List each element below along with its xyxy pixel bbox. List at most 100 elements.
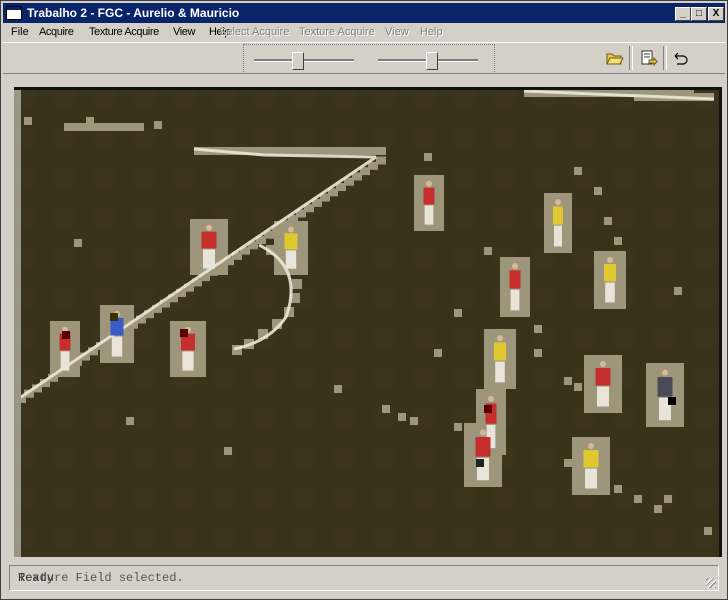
overlay-block: [574, 167, 582, 175]
app-window: Trabalho 2 - FGC - Aurelio & Mauricio _ …: [0, 0, 728, 600]
overlay-block: [24, 117, 32, 125]
player-legs: [554, 225, 562, 247]
overlay-block: [424, 153, 432, 161]
overlay-block: [454, 309, 462, 317]
overlay-block: [354, 147, 362, 155]
player-shirt: [423, 187, 435, 205]
resize-grip[interactable]: [706, 578, 716, 588]
menu-help-2[interactable]: Help: [420, 26, 443, 38]
player-head: [588, 443, 594, 449]
soccer-field-image[interactable]: [14, 87, 722, 557]
overlay-block: [290, 147, 298, 155]
close-button[interactable]: X: [708, 7, 724, 21]
overlay-block: [376, 156, 386, 165]
overlay-block: [484, 247, 492, 255]
segmentation-overlay: [14, 87, 722, 557]
slider-group: [243, 44, 495, 74]
player-legs: [605, 282, 615, 303]
player-shirt: [201, 231, 217, 249]
player-shirt: [604, 264, 616, 282]
slider-1-track: [254, 59, 354, 62]
menu-texture-acquire[interactable]: Texture Acquire: [89, 26, 159, 38]
overlay-block: [534, 325, 542, 333]
player-head: [480, 429, 486, 436]
status-message: Texture Field selected.: [18, 571, 184, 585]
overlay-block: [534, 349, 542, 357]
export-icon[interactable]: [637, 47, 659, 69]
overlay-block: [382, 405, 390, 413]
overlay-block: [306, 147, 314, 155]
overlay-block: [564, 459, 572, 467]
undo-icon[interactable]: [669, 47, 691, 69]
toolbar: [3, 42, 725, 74]
overlay-block: [634, 495, 642, 503]
player-shirt: [509, 270, 521, 289]
overlay-block: [564, 377, 572, 385]
overlay-block: [704, 527, 712, 535]
overlay-block: [126, 417, 134, 425]
overlay-block: [224, 447, 232, 455]
overlay-block: [614, 485, 622, 493]
player-shirt: [553, 206, 563, 225]
menu-select-acquire[interactable]: Select Acquire: [219, 26, 289, 38]
player-legs: [285, 250, 297, 269]
player-head: [426, 180, 432, 187]
image-right-border: [719, 87, 722, 557]
overlay-block: [154, 121, 162, 129]
player-shirt: [657, 377, 673, 397]
overlay-block: [594, 187, 602, 195]
player-legs: [495, 361, 505, 383]
overlay-block: [378, 147, 386, 155]
image-top-border: [14, 87, 722, 90]
overlay-block: [330, 147, 338, 155]
player-head: [555, 199, 561, 206]
player-legs: [60, 351, 70, 371]
overlay-block: [362, 147, 370, 155]
player-legs: [182, 351, 194, 371]
overlay-block: [370, 147, 378, 155]
title-bar[interactable]: Trabalho 2 - FGC - Aurelio & Mauricio _ …: [3, 3, 725, 23]
overlay-block: [322, 147, 330, 155]
player-head: [607, 257, 613, 263]
player-shirt: [475, 437, 491, 457]
minimize-button[interactable]: _: [675, 7, 691, 21]
toolbar-separator: [629, 46, 633, 70]
menu-view[interactable]: View: [173, 26, 195, 38]
player-legs: [424, 205, 434, 225]
overlay-block: [574, 383, 582, 391]
overlay-block: [74, 239, 82, 247]
overlay-block: [334, 385, 342, 393]
overlay-block: [338, 147, 346, 155]
overlay-block: [86, 117, 94, 125]
menu-view-2[interactable]: View: [385, 26, 409, 38]
overlay-block: [410, 417, 418, 425]
marker: [476, 459, 484, 467]
menu-acquire[interactable]: Acquire: [39, 26, 74, 38]
overlay-block: [454, 423, 462, 431]
menu-bar: File Acquire Texture Acquire View Help S…: [3, 24, 725, 42]
marker: [484, 405, 492, 413]
status-bar: Ready Texture Field selected.: [9, 565, 719, 591]
overlay-block: [298, 147, 306, 155]
player-legs: [597, 386, 609, 407]
overlay-block: [64, 123, 144, 131]
overlay-block: [314, 147, 322, 155]
marker: [668, 397, 676, 405]
player-head: [497, 335, 503, 342]
menu-file[interactable]: File: [11, 26, 29, 38]
maximize-button[interactable]: □: [691, 7, 707, 21]
player-head: [206, 224, 212, 231]
open-folder-icon[interactable]: [603, 47, 625, 69]
player-head: [662, 369, 668, 376]
image-viewport[interactable]: [6, 75, 723, 562]
overlay-block: [282, 147, 290, 155]
player-shirt: [595, 368, 611, 386]
window-title: Trabalho 2 - FGC - Aurelio & Mauricio: [27, 6, 240, 20]
player-shirt: [284, 233, 298, 250]
player-head: [488, 395, 494, 402]
player-legs: [510, 289, 520, 311]
slider-2-thumb[interactable]: [425, 52, 438, 70]
menu-texture-acquire-2[interactable]: Texture Acquire: [299, 26, 375, 38]
overlay-block: [674, 287, 682, 295]
slider-1-thumb[interactable]: [292, 52, 304, 70]
